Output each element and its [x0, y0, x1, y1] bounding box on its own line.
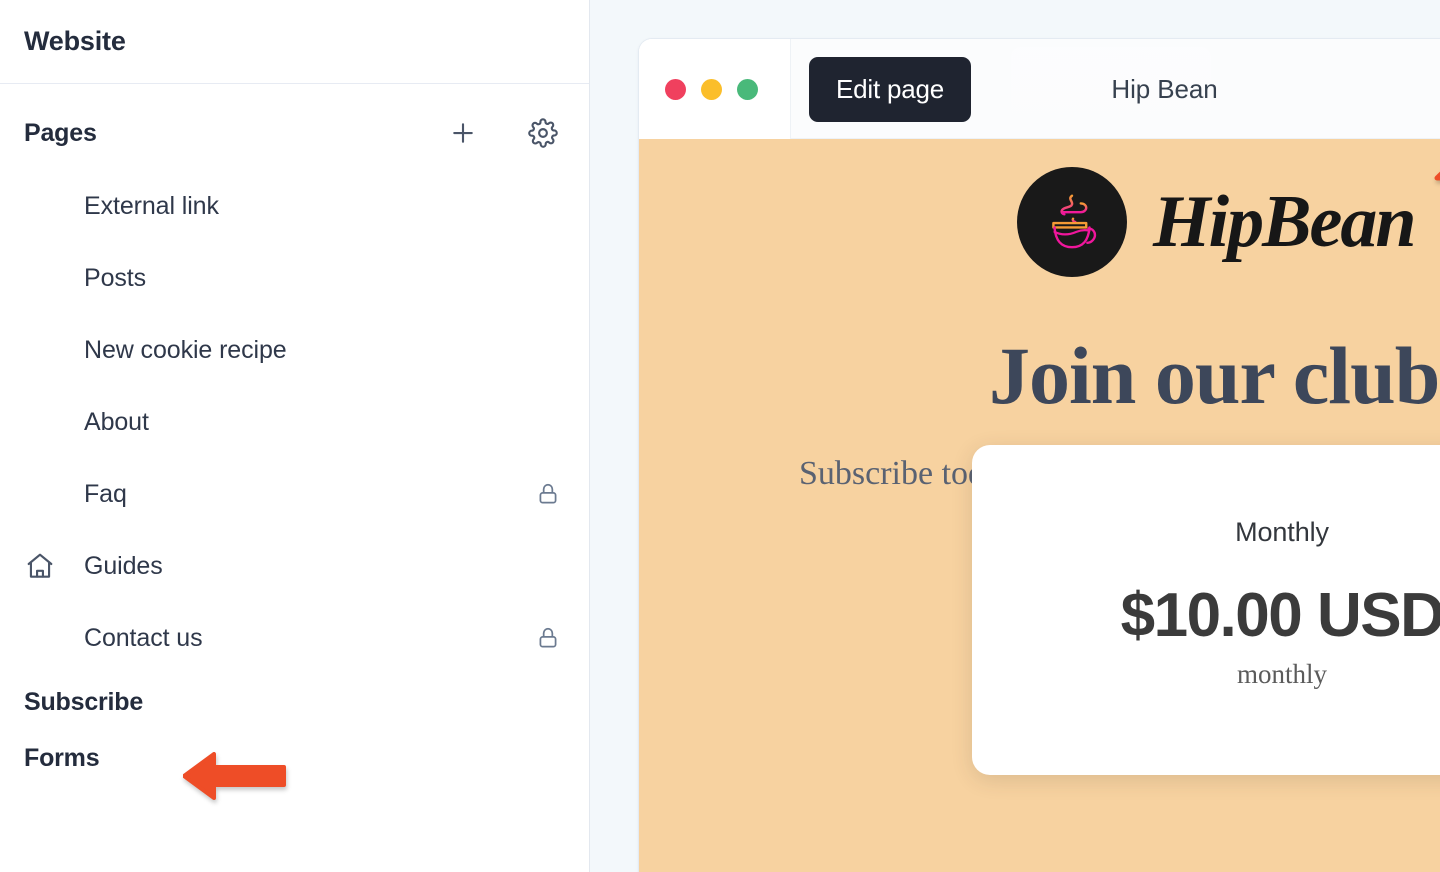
page-title: Website: [24, 26, 126, 56]
hero-heading: Join our club: [989, 330, 1440, 421]
coffee-cup-icon: [1017, 167, 1127, 277]
pricing-card: Monthly $10.00 USD monthly: [972, 445, 1440, 775]
page-item-posts[interactable]: Posts: [0, 242, 589, 314]
plus-icon[interactable]: [443, 113, 483, 153]
page-item-new-cookie-recipe[interactable]: New cookie recipe: [0, 314, 589, 386]
lock-icon: [533, 625, 563, 651]
edit-page-button[interactable]: Edit page: [809, 56, 972, 122]
browser-tab[interactable]: [1011, 47, 1211, 131]
minimize-window-dot[interactable]: [701, 78, 722, 100]
lock-icon: [533, 481, 563, 507]
page-item-label: External link: [84, 191, 219, 220]
sidebar: Website Pages External link Posts New co…: [0, 0, 590, 872]
page-item-label: Guides: [84, 551, 163, 580]
close-window-dot[interactable]: [665, 78, 686, 100]
page-item-contact-us[interactable]: Contact us: [0, 602, 589, 674]
page-item-label: About: [84, 407, 149, 436]
page-item-label: Faq: [84, 479, 127, 508]
gear-icon[interactable]: [523, 113, 563, 153]
pages-section-header: Pages: [0, 96, 589, 170]
plan-period: monthly: [1236, 659, 1327, 689]
sidebar-header: Website: [0, 0, 589, 84]
hero-section: HipBean Join our club Subscribe today fo…: [639, 139, 1440, 872]
brand-name: HipBean: [1153, 180, 1416, 263]
maximize-window-dot[interactable]: [737, 78, 758, 100]
page-item-label: Posts: [84, 263, 147, 292]
sidebar-item-subscribe[interactable]: Subscribe: [0, 674, 589, 730]
page-item-label: Contact us: [84, 623, 203, 652]
home-icon: [12, 550, 68, 582]
browser-preview-window: Hip Bean Edit page HipBean Join our club…: [638, 38, 1440, 872]
browser-chrome: Hip Bean Edit page: [639, 39, 1440, 139]
pages-list: External link Posts New cookie recipe Ab…: [0, 170, 589, 674]
website-editor-screen: Website Pages External link Posts New co…: [0, 0, 1440, 872]
browser-tabstrip: Hip Bean Edit page: [791, 39, 1440, 139]
pages-section-label: Pages: [24, 118, 97, 147]
page-item-faq[interactable]: Faq: [0, 458, 589, 530]
window-controls: [639, 39, 791, 139]
sidebar-item-forms[interactable]: Forms: [0, 730, 589, 786]
site-preview-panel: Hip Bean Edit page HipBean Join our club…: [590, 0, 1440, 872]
site-brand: HipBean: [639, 139, 1440, 277]
page-item-external-link[interactable]: External link: [0, 170, 589, 242]
page-item-about[interactable]: About: [0, 386, 589, 458]
plan-name: Monthly: [1235, 517, 1329, 547]
plan-price: $10.00 USD: [1120, 581, 1440, 650]
page-item-guides[interactable]: Guides: [0, 530, 589, 602]
page-item-label: New cookie recipe: [84, 335, 287, 364]
